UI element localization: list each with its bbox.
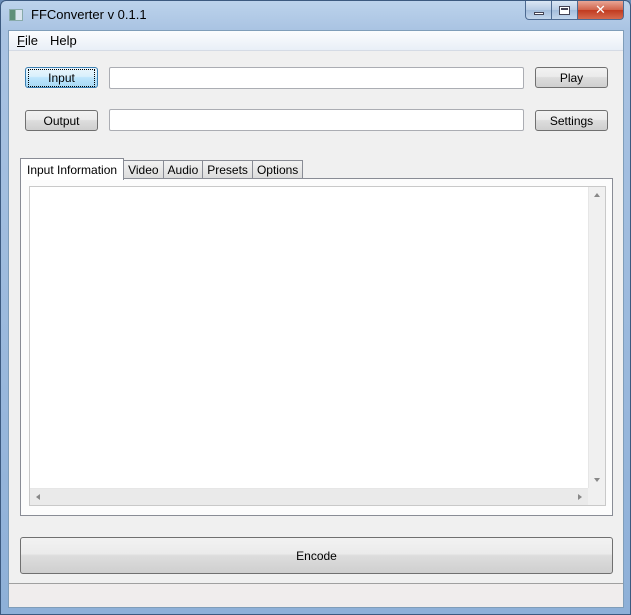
tab-audio[interactable]: Audio [162,160,204,179]
horizontal-scrollbar[interactable] [30,488,588,505]
caption-buttons: ✕ [525,1,624,21]
input-button[interactable]: Input [25,67,98,88]
output-button[interactable]: Output [25,110,98,131]
menu-bar: File Help [9,31,623,51]
tab-presets[interactable]: Presets [202,160,253,179]
menu-file-mnemonic: F [17,33,25,48]
output-button-label: Output [43,113,80,128]
menu-file-label: ile [24,33,38,48]
minimize-button[interactable] [525,1,552,20]
output-path-field[interactable] [109,109,524,131]
menu-file[interactable]: File [11,33,44,48]
encode-button[interactable]: Encode [20,537,613,574]
window-title: FFConverter v 0.1.1 [31,7,147,22]
vertical-scrollbar[interactable] [588,187,605,488]
app-icon[interactable] [9,9,23,21]
tab-input-information[interactable]: Input Information [20,158,125,180]
input-path-field[interactable] [109,67,524,89]
settings-button[interactable]: Settings [535,110,608,131]
tab-options[interactable]: Options [251,160,304,179]
status-bar [9,583,623,607]
scroll-left-icon[interactable] [36,494,40,500]
close-icon: ✕ [595,2,606,18]
scroll-down-icon[interactable] [594,478,600,482]
minimize-icon [533,11,544,15]
play-button-label: Play [559,70,584,85]
close-button[interactable]: ✕ [578,1,624,20]
play-button[interactable]: Play [535,67,608,88]
input-information-pane [20,178,613,516]
tab-video[interactable]: Video [123,160,164,179]
tab-bar: Input Information Video Audio Presets Op… [20,157,304,180]
maximize-icon [559,5,570,15]
maximize-button[interactable] [552,1,578,20]
input-button-label: Input [28,68,95,87]
app-window: FFConverter v 0.1.1 ✕ File Help Input Pl… [0,0,631,615]
title-bar[interactable]: FFConverter v 0.1.1 ✕ [1,1,630,31]
scroll-right-icon[interactable] [578,494,582,500]
scroll-corner [588,488,605,505]
scroll-up-icon[interactable] [594,193,600,197]
encode-button-label: Encode [296,548,337,563]
client-area: File Help Input Play Output Settings Inp… [8,30,624,608]
settings-button-label: Settings [549,113,594,128]
input-information-textbox[interactable] [29,186,606,506]
menu-help[interactable]: Help [44,33,83,48]
